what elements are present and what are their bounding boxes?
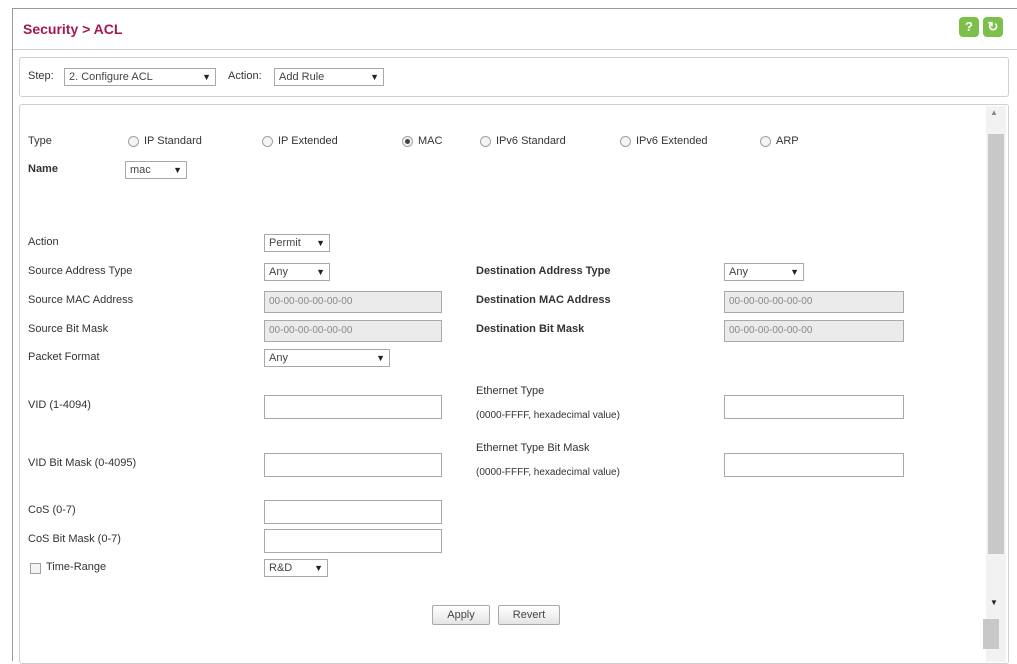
chevron-down-icon: ▼ [316, 238, 325, 248]
cos-bit-mask-label: CoS Bit Mask (0-7) [28, 533, 121, 545]
destination-bit-mask-field: 00-00-00-00-00-00 [724, 320, 904, 342]
time-range-select[interactable]: R&D ▼ [264, 559, 328, 577]
scrollbar[interactable]: ▲ ▼ [986, 106, 1006, 662]
help-icon[interactable]: ? [959, 17, 979, 37]
type-radio-ipv6-standard[interactable] [480, 136, 491, 147]
source-bit-mask-label: Source Bit Mask [28, 323, 109, 335]
type-option-label: MAC [418, 135, 443, 147]
step-panel: Step: 2. Configure ACL ▼ Action: Add Rule… [19, 57, 1009, 97]
step-select[interactable]: 2. Configure ACL ▼ [64, 68, 216, 86]
source-address-type-select[interactable]: Any ▼ [264, 263, 330, 281]
vid-bit-mask-input[interactable] [264, 453, 442, 477]
rule-form: Type IP Standard IP Extended MAC IPv6 St… [19, 104, 1009, 664]
packet-format-label: Packet Format [28, 351, 100, 363]
destination-bit-mask-label: Destination Bit Mask [476, 323, 585, 335]
step-label: Step: [28, 70, 54, 82]
ethernet-type-label: Ethernet Type [476, 385, 545, 397]
type-radio-ip-extended[interactable] [262, 136, 273, 147]
type-radio-arp[interactable] [760, 136, 771, 147]
cos-label: CoS (0-7) [28, 504, 76, 516]
acl-page: Security > ACL ? ↻ Step: 2. Configure AC… [12, 8, 1017, 664]
ethernet-type-hint: (0000-FFFF, hexadecimal value) [476, 410, 620, 421]
ethernet-type-input[interactable] [724, 395, 904, 419]
type-option-label: IP Extended [278, 135, 338, 147]
source-bit-mask-field: 00-00-00-00-00-00 [264, 320, 442, 342]
type-label: Type [28, 135, 52, 147]
type-radio-ip-standard[interactable] [128, 136, 139, 147]
action-field-label: Action [28, 236, 59, 248]
scroll-down-arrow-icon[interactable]: ▼ [990, 598, 998, 607]
refresh-icon[interactable]: ↻ [983, 17, 1003, 37]
type-radio-ipv6-extended[interactable] [620, 136, 631, 147]
name-label: Name [28, 163, 58, 175]
packet-format-select[interactable]: Any ▼ [264, 349, 390, 367]
type-option-label: IP Standard [144, 135, 202, 147]
chevron-down-icon: ▼ [790, 267, 799, 277]
chevron-down-icon: ▼ [316, 267, 325, 277]
rule-action-select[interactable]: Permit ▼ [264, 234, 330, 252]
chevron-down-icon: ▼ [376, 353, 385, 363]
vid-label: VID (1-4094) [28, 399, 91, 411]
action-select[interactable]: Add Rule ▼ [274, 68, 384, 86]
action-label: Action: [228, 70, 262, 82]
time-range-checkbox[interactable] [30, 563, 41, 574]
header-bar: Security > ACL ? ↻ [13, 9, 1017, 50]
vid-input[interactable] [264, 395, 442, 419]
cos-input[interactable] [264, 500, 442, 524]
vid-bit-mask-label: VID Bit Mask (0-4095) [28, 457, 137, 469]
name-select[interactable]: mac ▼ [125, 161, 187, 179]
chevron-down-icon: ▼ [202, 72, 211, 82]
chevron-down-icon: ▼ [370, 72, 379, 82]
destination-address-type-select[interactable]: Any ▼ [724, 263, 804, 281]
ethernet-type-bit-mask-label: Ethernet Type Bit Mask [476, 442, 590, 454]
type-option-label: ARP [776, 135, 799, 147]
type-option-label: IPv6 Extended [636, 135, 708, 147]
source-address-type-label: Source Address Type [28, 265, 133, 277]
destination-mac-label: Destination MAC Address [476, 294, 611, 306]
destination-mac-field: 00-00-00-00-00-00 [724, 291, 904, 313]
type-radio-mac[interactable] [402, 136, 413, 147]
chevron-down-icon: ▼ [314, 563, 323, 573]
revert-button[interactable]: Revert [498, 605, 560, 625]
type-option-label: IPv6 Standard [496, 135, 566, 147]
destination-address-type-label: Destination Address Type [476, 265, 611, 277]
apply-button[interactable]: Apply [432, 605, 490, 625]
source-mac-field: 00-00-00-00-00-00 [264, 291, 442, 313]
page-title: Security > ACL [23, 21, 123, 37]
ethernet-type-bit-mask-hint: (0000-FFFF, hexadecimal value) [476, 467, 620, 478]
time-range-label: Time-Range [46, 561, 107, 573]
scrollbar-thumb[interactable] [988, 134, 1004, 554]
source-mac-label: Source MAC Address [28, 294, 134, 306]
page-scrollbar-thumb[interactable] [983, 619, 999, 649]
ethernet-type-bit-mask-input[interactable] [724, 453, 904, 477]
scroll-up-arrow-icon[interactable]: ▲ [990, 108, 998, 117]
chevron-down-icon: ▼ [173, 165, 182, 175]
cos-bit-mask-input[interactable] [264, 529, 442, 553]
